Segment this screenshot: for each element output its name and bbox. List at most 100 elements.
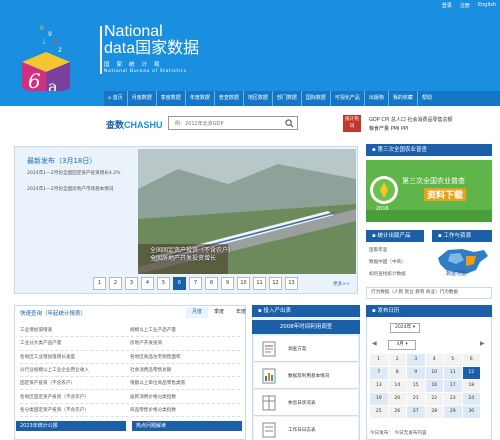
bulletin-bar[interactable]: 2023年统计公报 [16,421,126,431]
calendar-day[interactable]: 6 [462,354,480,366]
calendar-day[interactable]: 30 [462,406,480,418]
quick-query-link[interactable]: 各地区商品住宅销售面积 [130,354,240,360]
calendar-day[interactable]: 15 [407,380,425,392]
nav-visualization[interactable]: 可视化产品 [331,91,365,106]
calendar-day[interactable]: 17 [444,380,462,392]
english-link[interactable]: English [478,2,496,9]
hot-topics-bar[interactable]: 热点问题解读 [132,421,242,431]
calendar-day[interactable]: 11 [444,367,462,379]
quick-query-link[interactable]: 各地区固定资产投资（不含农户） [20,394,130,400]
calendar-day[interactable]: 9 [407,367,425,379]
pager-page[interactable]: 9 [221,277,234,290]
pub-link-howto[interactable]: 如何查找统计数据 [369,269,406,281]
calendar-day[interactable]: 29 [444,406,462,418]
calendar-next-icon[interactable]: ▶ [480,340,485,347]
quick-query-link[interactable]: 商品零售价格分类指数 [130,407,240,413]
pager-page[interactable]: 11 [253,277,266,290]
pub-link-data-china[interactable]: 数据中国（中英） [369,257,406,269]
calendar-day[interactable]: 14 [388,380,406,392]
pager-page[interactable]: 10 [237,277,250,290]
tab-monthly[interactable]: 月度 [186,307,208,318]
calendar-day[interactable]: 21 [407,393,425,405]
calendar-day[interactable]: 8 [388,367,406,379]
nav-home[interactable]: ⌂ 首页 [104,91,128,106]
behavior-data-row[interactable]: 行为数据（人民 就业 教育 商业）行为数据 [366,287,492,299]
pager-page[interactable]: 8 [205,277,218,290]
search-icon[interactable] [285,119,294,128]
nav-regional[interactable]: 地区数据 [244,91,273,106]
nav-annual[interactable]: 年度数据 [186,91,215,106]
time-use-survey-title[interactable]: 2008年时间利用调查 [252,320,360,334]
login-link[interactable]: 登录 [442,2,452,9]
nav-monthly[interactable]: 月度数据 [128,91,157,106]
calendar-day[interactable]: 20 [388,393,406,405]
release-item-2[interactable]: 2024年1—2月份全国房地产市场基本情况 [27,186,137,193]
calendar-day[interactable]: 7 [370,367,388,379]
calendar-year-select[interactable]: 2024年 ▾ [390,323,420,333]
product-item[interactable]: 数据及利用基本情况 [254,363,358,389]
calendar-day[interactable]: 3 [407,354,425,366]
calendar-day[interactable]: 28 [425,406,443,418]
calendar-day[interactable]: 13 [370,380,388,392]
calendar-day[interactable]: 24 [462,393,480,405]
nav-department[interactable]: 部门数据 [273,91,302,106]
calendar-day[interactable]: 19 [370,393,388,405]
hot-words-row-2[interactable]: 粮食产量 PMI PPI [369,125,409,132]
product-item[interactable]: 休息日状况表 [254,390,358,416]
quick-query-link[interactable]: 房地产开发投资 [130,340,240,346]
calendar-day[interactable]: 12 [462,367,480,379]
quick-query-link[interactable]: 各分类固定资产投资（不含农户） [20,407,130,413]
calendar-day[interactable]: 10 [425,367,443,379]
quick-query-link[interactable]: 分行业规模以上工业企业营业收入 [20,367,130,373]
quick-query-link[interactable]: 限额以上单位商品零售类值 [130,380,240,386]
product-item[interactable]: 调查方案 [254,336,358,362]
pager-page[interactable]: 3 [125,277,138,290]
tab-quarterly[interactable]: 季度 [208,307,230,318]
calendar-day[interactable]: 22 [425,393,443,405]
product-item[interactable]: 工作日日志表 [254,417,358,440]
register-link[interactable]: 注册 [460,2,470,9]
calendar-month-select[interactable]: 4月 ▾ [388,340,416,350]
census-banner[interactable]: 第三次全国农业普查 资料下载 2016 [366,160,492,222]
quick-query-link[interactable]: 规模以上工业产品产量 [130,327,240,333]
calendar-day[interactable]: 18 [462,380,480,392]
search-input[interactable] [175,119,285,128]
calendar-day[interactable]: 25 [370,406,388,418]
nav-quarterly[interactable]: 季度数据 [157,91,186,106]
tab-annual[interactable]: 年度 [230,307,252,318]
calendar-day[interactable]: 27 [407,406,425,418]
quick-query-link[interactable]: 居民消费价格分类指数 [130,394,240,400]
quick-query-link[interactable]: 各地区工业增加值增长速度 [20,354,130,360]
products-header-label: 投入产出表 [263,308,291,314]
nav-favorites[interactable]: 我的收藏 [389,91,418,106]
release-title[interactable]: 最新发布（3月18日） [27,156,96,166]
calendar-day[interactable]: 23 [444,393,462,405]
quick-query-link[interactable]: 社会消费品零售总额 [130,367,240,373]
pager-page[interactable]: 12 [269,277,282,290]
pager-page[interactable]: 4 [141,277,154,290]
quick-query-link[interactable]: 固定资产投资（不含农户） [20,380,130,386]
pager-page[interactable]: 5 [157,277,170,290]
release-item-1[interactable]: 2024年1—2月份全国固定资产投资增长4.2% [27,170,137,177]
pager-page[interactable]: 13 [285,277,298,290]
nav-publications[interactable]: 出版物 [365,91,389,106]
pub-link-yearbook[interactable]: 国家年鉴 [369,245,406,257]
pager-page[interactable]: 2 [109,277,122,290]
calendar-day[interactable]: 16 [425,380,443,392]
quick-query-link[interactable]: 工业增加值增速 [20,327,130,333]
calendar-day[interactable]: 5 [444,354,462,366]
calendar-day[interactable]: 2 [388,354,406,366]
nav-help[interactable]: 帮助 [418,91,436,106]
hot-words-row-1[interactable]: GDP CPI 总人口 社会消费品零售总额 [369,116,453,123]
calendar-day[interactable]: 4 [425,354,443,366]
nav-census[interactable]: 普查数据 [215,91,244,106]
pager-page[interactable]: 6 [173,277,186,290]
pager-page[interactable]: 1 [93,277,106,290]
calendar-day[interactable]: 1 [370,354,388,366]
pager-page[interactable]: 7 [189,277,202,290]
more-link[interactable]: 更多>> [333,281,350,287]
quick-query-link[interactable]: 工业分大类产品产量 [20,340,130,346]
calendar-day[interactable]: 26 [388,406,406,418]
calendar-prev-icon[interactable]: ◀ [372,340,377,347]
nav-international[interactable]: 国际数据 [302,91,331,106]
